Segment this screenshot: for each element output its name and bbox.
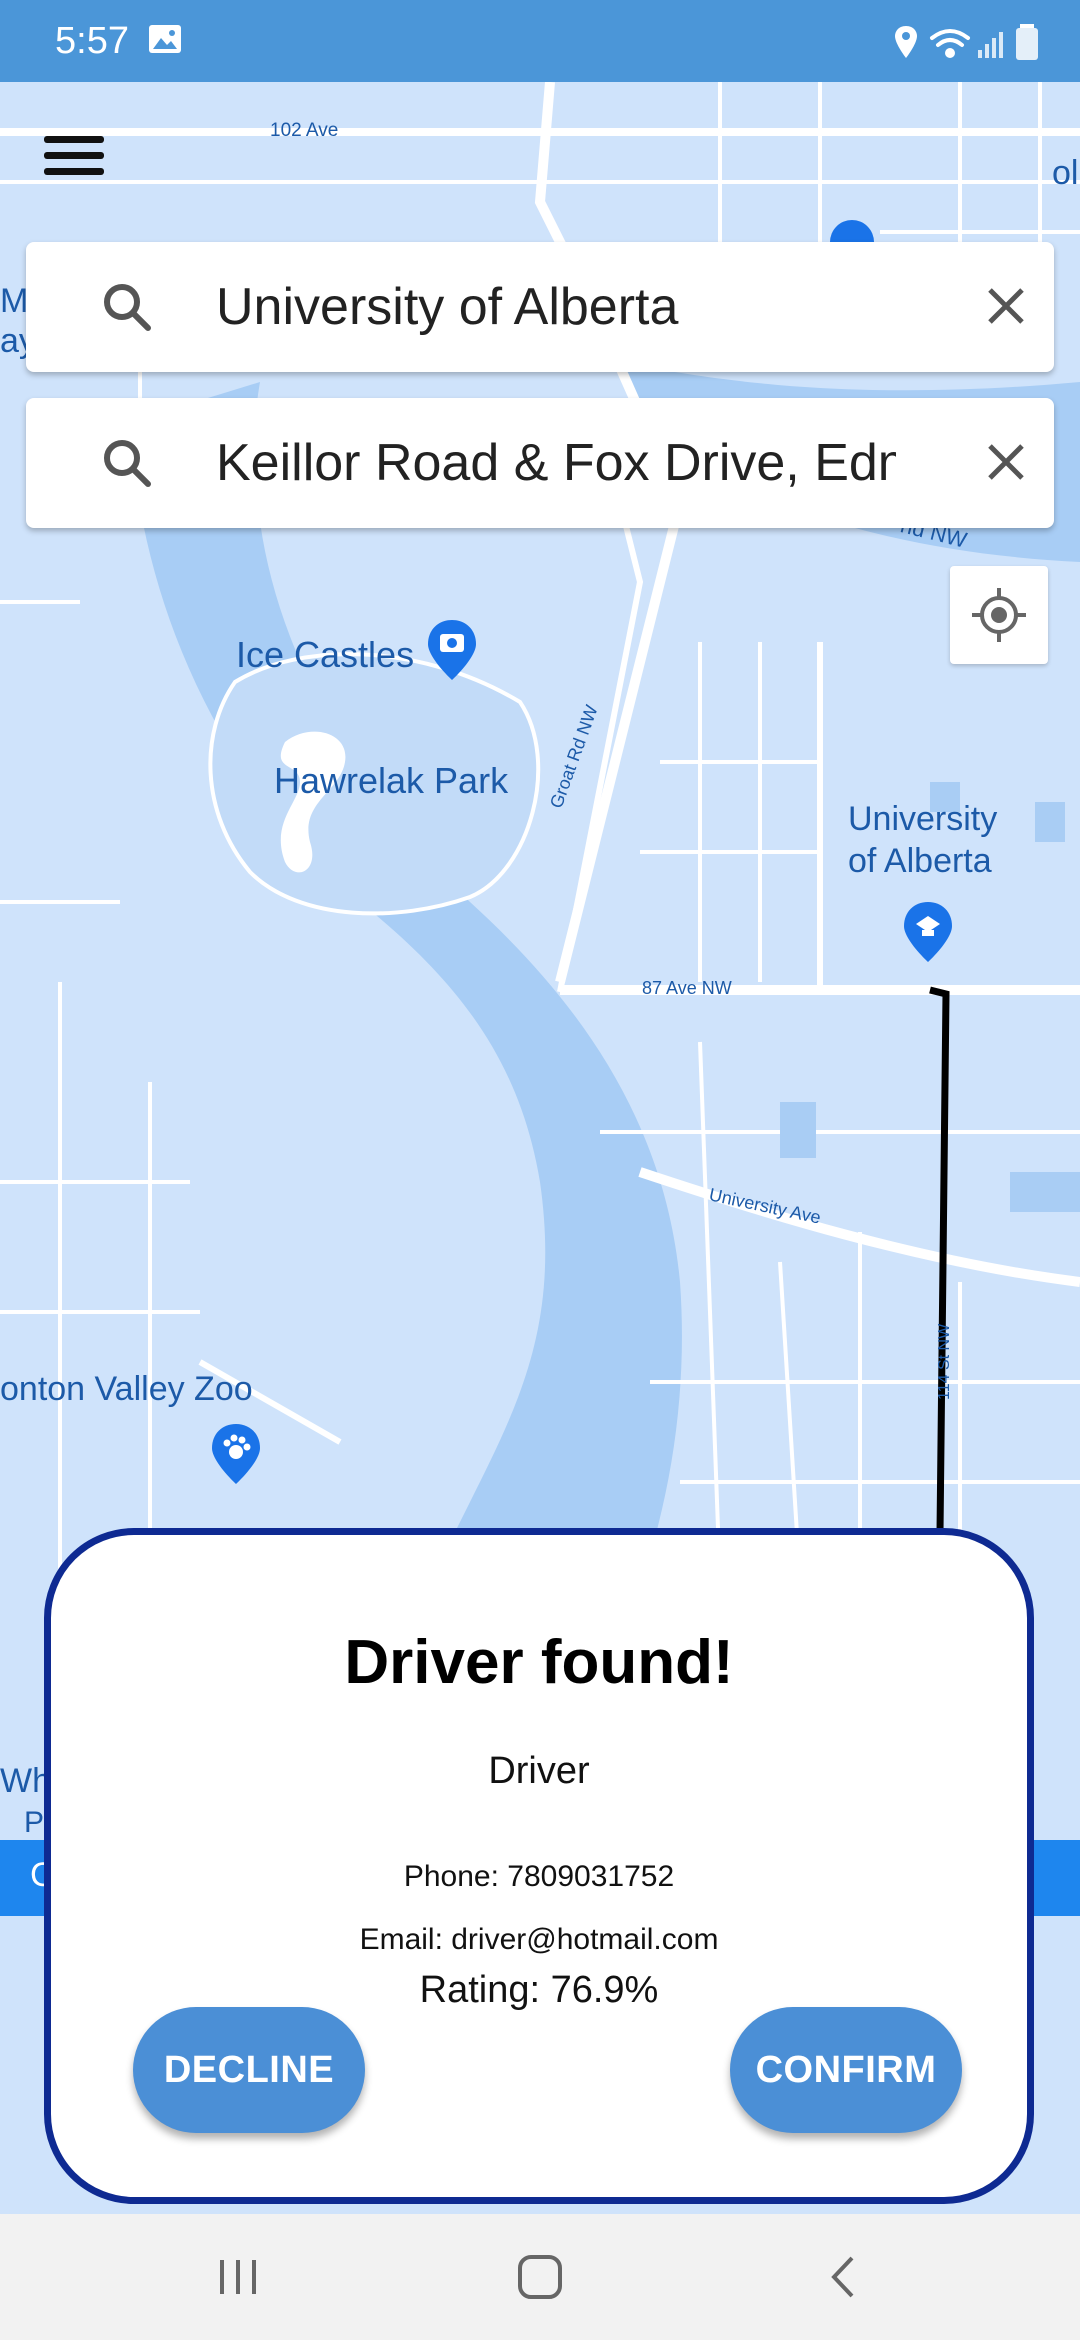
driver-phone: Phone: 7809031752 [403,1860,675,1893]
label-p: P [24,1806,45,1839]
driver-found-dialog: Driver found! Driver Phone: 7809031752 E… [44,1528,1034,2204]
search-icon [104,284,151,331]
confirm-button[interactable]: CONFIRM [730,2007,962,2133]
back-icon[interactable] [802,2244,882,2310]
label-university-1: University [848,800,998,838]
origin-input[interactable]: University of Alberta [216,272,896,342]
driver-name: Driver [488,1750,590,1792]
label-87-ave: 87 Ave NW [642,978,732,998]
location-icon [895,26,917,58]
decline-button[interactable]: DECLINE [133,2007,365,2133]
recent-apps-icon[interactable] [198,2244,278,2310]
system-nav-bar [0,2214,1080,2340]
close-icon[interactable] [976,432,1036,492]
label-114-st: 114 St NW [936,1323,953,1400]
image-notification-icon [149,25,181,53]
status-icons [895,24,1038,60]
dialog-title: Driver found! [344,1628,734,1697]
home-icon[interactable] [500,2244,580,2310]
close-icon[interactable] [976,276,1036,336]
label-102-ave: 102 Ave [270,120,339,141]
my-location-button[interactable] [950,566,1048,664]
label-university-2: of Alberta [848,842,992,880]
crosshair-icon [972,588,1026,642]
search-icon [104,440,151,487]
status-bar: 5:57 [0,0,1080,82]
battery-icon [1016,24,1038,60]
driver-rating: Rating: 76.9% [419,1969,659,2011]
origin-search-box[interactable]: University of Alberta [26,242,1054,372]
label-ice-castles: Ice Castles [236,634,415,675]
menu-icon[interactable] [44,136,104,180]
status-time: 5:57 [55,20,129,62]
label-valley-zoo: onton Valley Zoo [0,1370,253,1408]
signal-icon [978,32,1003,58]
label-hawrelak-park: Hawrelak Park [274,760,509,801]
destination-search-box[interactable]: Keillor Road & Fox Drive, Edmonton [26,398,1054,528]
driver-email: Email: driver@hotmail.com [359,1923,719,1956]
wifi-icon [930,29,970,58]
label-ol: ol [1052,154,1079,192]
destination-input[interactable]: Keillor Road & Fox Drive, Edmonton [216,428,896,498]
